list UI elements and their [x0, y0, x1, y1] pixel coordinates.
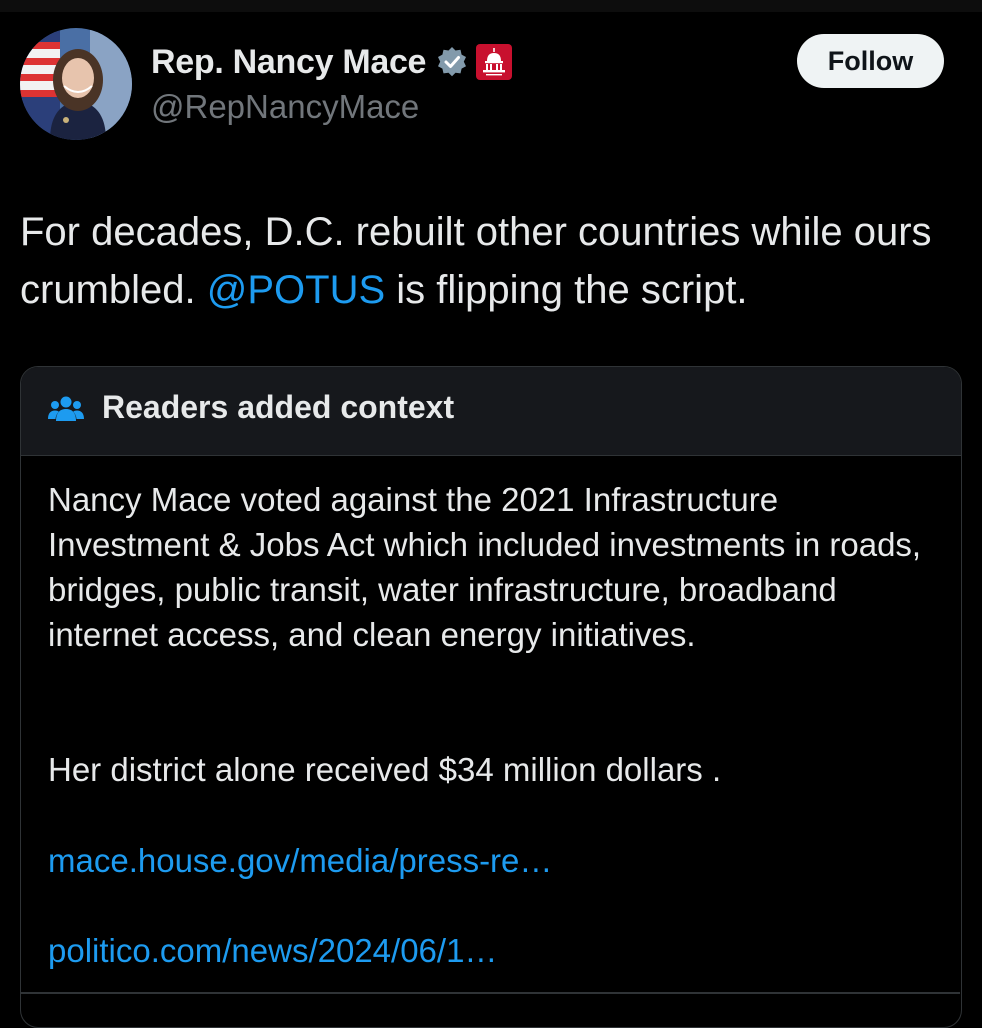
note-source-link-2[interactable]: politico.com/news/2024/06/1…	[48, 928, 497, 973]
note-footer-divider	[20, 992, 960, 994]
mention-link[interactable]: @POTUS	[207, 268, 385, 312]
note-source-link-1[interactable]: mace.house.gov/media/press-re…	[48, 838, 552, 883]
community-note-title: Readers added context	[102, 389, 455, 425]
verified-badge-icon[interactable]	[436, 46, 468, 78]
avatar[interactable]	[20, 28, 132, 140]
capitol-badge-icon[interactable]	[476, 44, 513, 80]
people-icon	[48, 394, 84, 431]
follow-button[interactable]: Follow	[797, 34, 944, 88]
avatar-image	[20, 28, 132, 140]
author-display-name[interactable]: Rep. Nancy Mace	[151, 43, 426, 82]
note-paragraph-2: Her district alone received $34 million …	[48, 751, 722, 788]
author-handle[interactable]: @RepNancyMace	[151, 88, 419, 126]
author-name-row: Rep. Nancy Mace	[151, 40, 513, 84]
tweet-text-after: is flipping the script.	[385, 268, 748, 312]
note-paragraph-1: Nancy Mace voted against the 2021 Infras…	[48, 481, 922, 653]
top-strip	[0, 0, 982, 12]
community-note-card[interactable]: Readers added context Nancy Mace voted a…	[20, 366, 962, 1028]
tweet-text: For decades, D.C. rebuilt other countrie…	[20, 203, 960, 319]
community-note-header: Readers added context	[21, 367, 961, 456]
